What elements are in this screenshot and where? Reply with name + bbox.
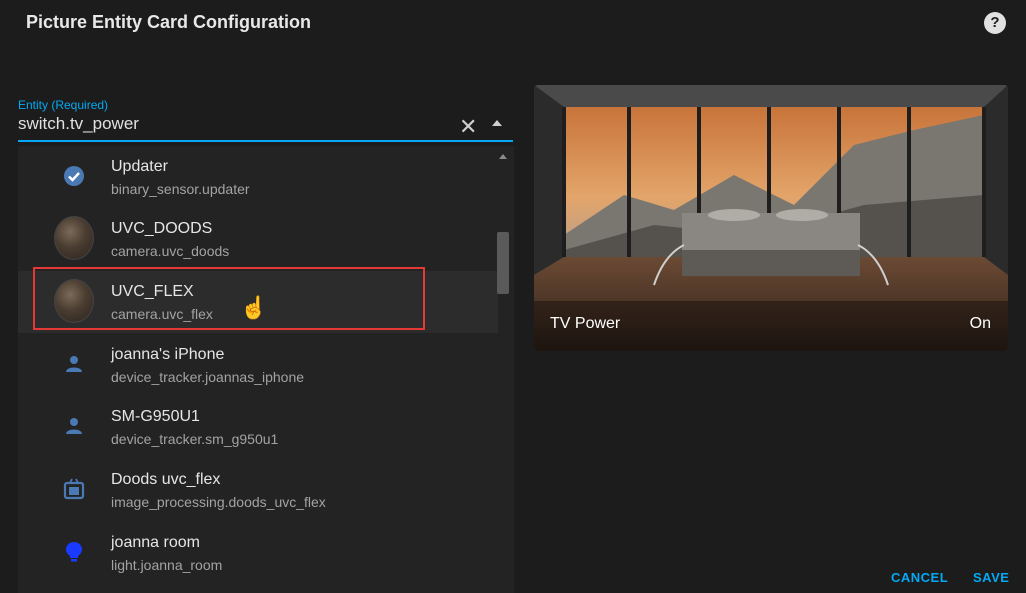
- list-item-entity-id: image_processing.doods_uvc_flex: [111, 494, 326, 510]
- list-item-selected[interactable]: UVC_FLEX camera.uvc_flex: [18, 271, 498, 333]
- list-item-name: joanna's iPhone: [111, 346, 225, 363]
- dialog-title: Picture Entity Card Configuration: [26, 12, 312, 32]
- list-item-name: joanna room: [111, 534, 200, 551]
- dropdown-arrow-icon[interactable]: [492, 120, 502, 126]
- image-filter-icon: [54, 469, 94, 509]
- cancel-button[interactable]: CANCEL: [891, 570, 948, 585]
- help-icon[interactable]: ?: [984, 12, 1006, 34]
- camera-avatar: [54, 216, 94, 260]
- list-item-entity-id: camera.uvc_flex: [111, 306, 213, 322]
- save-button[interactable]: SAVE: [973, 570, 1009, 585]
- list-item[interactable]: UVC_DOODS camera.uvc_doods: [18, 208, 498, 270]
- entity-state: On: [969, 315, 991, 332]
- list-item-name: SM-G950U1: [111, 408, 200, 425]
- person-icon: [54, 406, 94, 446]
- list-item-name: Doods uvc_flex: [111, 471, 221, 488]
- card-preview: TV Power On: [534, 85, 1008, 351]
- camera-avatar: [54, 279, 94, 323]
- check-circle-icon: [54, 156, 94, 196]
- list-item-name: UVC_DOODS: [111, 220, 213, 237]
- card-footer: TV Power On: [534, 301, 1008, 351]
- lightbulb-icon: [54, 532, 94, 572]
- scrollbar[interactable]: [494, 146, 512, 593]
- list-item-entity-id: binary_sensor.updater: [111, 181, 250, 197]
- list-item-name: UVC_FLEX: [111, 283, 194, 300]
- list-item-name: Updater: [111, 158, 168, 175]
- clear-icon[interactable]: ✕: [459, 116, 477, 138]
- entity-name: TV Power: [550, 315, 621, 332]
- scrollbar-thumb[interactable]: [497, 232, 509, 294]
- list-item[interactable]: joanna room light.joanna_room: [18, 522, 498, 584]
- list-item-entity-id: light.joanna_room: [111, 557, 223, 573]
- scroll-up-arrow-icon[interactable]: [499, 154, 507, 159]
- list-item[interactable]: Updater binary_sensor.updater: [18, 146, 498, 208]
- list-item[interactable]: joanna's iPhone device_tracker.joannas_i…: [18, 334, 498, 396]
- person-icon: [54, 344, 94, 384]
- entity-field-label: Entity (Required): [18, 98, 109, 112]
- list-item[interactable]: SM-G950U1 device_tracker.sm_g950u1: [18, 396, 498, 458]
- list-item-entity-id: device_tracker.sm_g950u1: [111, 431, 279, 447]
- entity-input[interactable]: [18, 114, 448, 134]
- list-item-entity-id: camera.uvc_doods: [111, 243, 230, 259]
- list-item-entity-id: device_tracker.joannas_iphone: [111, 369, 305, 385]
- list-item[interactable]: Doods uvc_flex image_processing.doods_uv…: [18, 459, 498, 521]
- entity-dropdown-list: Updater binary_sensor.updater UVC_DOODS …: [18, 146, 514, 593]
- entity-field[interactable]: Entity (Required) ✕: [18, 96, 513, 142]
